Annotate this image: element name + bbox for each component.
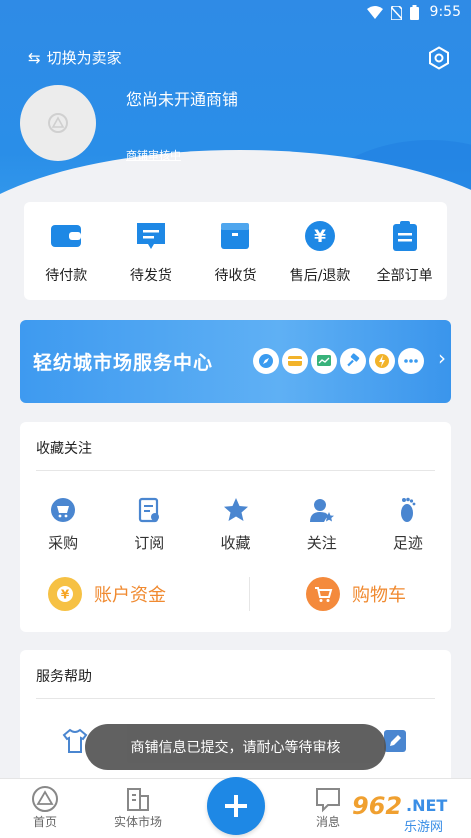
order-panel: 待付款 待发货 待收货 ¥ 售后/退款 全部订单 — [24, 202, 447, 300]
divider — [36, 470, 435, 471]
nav-market[interactable]: 实体市场 — [114, 785, 162, 830]
service-chart-icon — [311, 348, 337, 374]
avatar-placeholder-icon — [48, 113, 68, 133]
settings-icon[interactable] — [427, 46, 451, 70]
no-sim-icon — [391, 5, 402, 20]
service-gavel-icon — [340, 348, 366, 374]
message-box-icon — [136, 223, 165, 249]
add-button[interactable] — [207, 777, 265, 835]
fav-footprint[interactable]: 足迹 — [365, 497, 451, 553]
help-title: 服务帮助 — [36, 669, 92, 685]
yen-icon: ¥ — [305, 221, 336, 251]
order-pending-shipment[interactable]: 待发货 — [109, 202, 194, 300]
service-money-icon — [282, 348, 308, 374]
divider — [36, 698, 435, 699]
order-label: 全部订单 — [376, 268, 433, 284]
footprint-icon — [400, 497, 416, 522]
order-all[interactable]: 全部订单 — [362, 202, 447, 300]
nav-messages[interactable]: 消息 — [314, 785, 342, 830]
fav-label: 收藏 — [220, 534, 251, 552]
star-icon — [223, 498, 248, 521]
shop-name: 您尚未开通商铺 — [126, 90, 239, 109]
avatar[interactable] — [20, 85, 96, 161]
coin-icon: ¥ — [48, 577, 82, 611]
fav-collect[interactable]: 收藏 — [192, 497, 278, 553]
nav-home[interactable]: 首页 — [31, 785, 59, 830]
nav-market-label: 实体市场 — [114, 815, 163, 829]
fav-label: 采购 — [48, 534, 79, 552]
account-fund-button[interactable]: ¥ 账户资金 — [48, 577, 166, 611]
subscribe-icon — [139, 497, 160, 523]
fav-purchase[interactable]: 采购 — [20, 497, 106, 553]
order-after-sales[interactable]: ¥ 售后/退款 — [278, 202, 363, 300]
clothing-icon[interactable] — [62, 728, 88, 754]
svg-text:.NET: .NET — [406, 796, 447, 815]
favorites-row: 采购 订阅 收藏 关注 足迹 — [20, 497, 451, 553]
site-watermark-logo: 962 .NET 乐游网 — [352, 792, 447, 834]
building-icon — [127, 788, 149, 811]
switch-arrows-icon: ⇆ — [28, 48, 41, 67]
svg-text:乐游网: 乐游网 — [404, 820, 443, 834]
order-label: 待收货 — [214, 268, 257, 284]
clock: 9:55 — [429, 4, 461, 20]
toast-message: 商铺信息已提交，请耐心等待审核 — [85, 724, 386, 770]
shopping-cart-icon — [306, 577, 340, 611]
cart-icon — [51, 498, 76, 522]
battery-icon — [410, 5, 419, 20]
fund-divider — [249, 577, 250, 611]
service-center-banner[interactable]: 轻纺城市场服务中心 › — [20, 320, 451, 403]
order-pending-payment[interactable]: 待付款 — [24, 202, 109, 300]
home-logo-icon — [32, 786, 58, 812]
nav-messages-label: 消息 — [315, 815, 340, 829]
shop-status-link[interactable]: 商铺审核中 — [126, 147, 181, 163]
order-label: 待发货 — [129, 268, 172, 284]
status-bar: 9:55 — [0, 0, 471, 26]
fav-label: 足迹 — [392, 534, 423, 552]
edit-icon[interactable] — [382, 728, 408, 754]
fav-follow[interactable]: 关注 — [279, 497, 365, 553]
svg-text:¥: ¥ — [314, 227, 326, 247]
nav-home-label: 首页 — [32, 815, 57, 829]
switch-role-button[interactable]: ⇆ 切换为卖家 — [28, 47, 122, 68]
svg-text:¥: ¥ — [61, 588, 70, 602]
order-pending-receipt[interactable]: 待收货 — [193, 202, 278, 300]
service-compass-icon — [253, 348, 279, 374]
service-lightning-icon — [369, 348, 395, 374]
favorites-title: 收藏关注 — [36, 441, 92, 457]
shopping-cart-label: 购物车 — [352, 585, 406, 606]
shopping-cart-button[interactable]: 购物车 — [306, 577, 406, 611]
status-icons — [367, 5, 419, 20]
box-icon — [221, 223, 250, 249]
clipboard-icon — [392, 221, 417, 251]
fav-subscribe[interactable]: 订阅 — [106, 497, 192, 553]
banner-service-icons — [253, 348, 424, 374]
wallet-icon — [51, 225, 82, 247]
favorites-card: 收藏关注 采购 订阅 收藏 关注 足迹 ¥ 账户资金 购物车 — [20, 422, 451, 632]
plus-icon — [225, 795, 247, 817]
more-icon — [398, 348, 424, 374]
chevron-right-icon: › — [438, 346, 446, 370]
follow-user-icon — [309, 499, 334, 522]
svg-text:962: 962 — [352, 792, 402, 820]
switch-role-label: 切换为卖家 — [46, 49, 122, 67]
wifi-icon — [367, 6, 383, 19]
order-label: 待付款 — [45, 268, 88, 284]
order-label: 售后/退款 — [289, 268, 351, 284]
message-icon — [316, 788, 340, 813]
fav-label: 关注 — [306, 534, 337, 552]
account-fund-label: 账户资金 — [94, 585, 166, 606]
banner-title: 轻纺城市场服务中心 — [33, 352, 214, 374]
fav-label: 订阅 — [134, 534, 165, 552]
